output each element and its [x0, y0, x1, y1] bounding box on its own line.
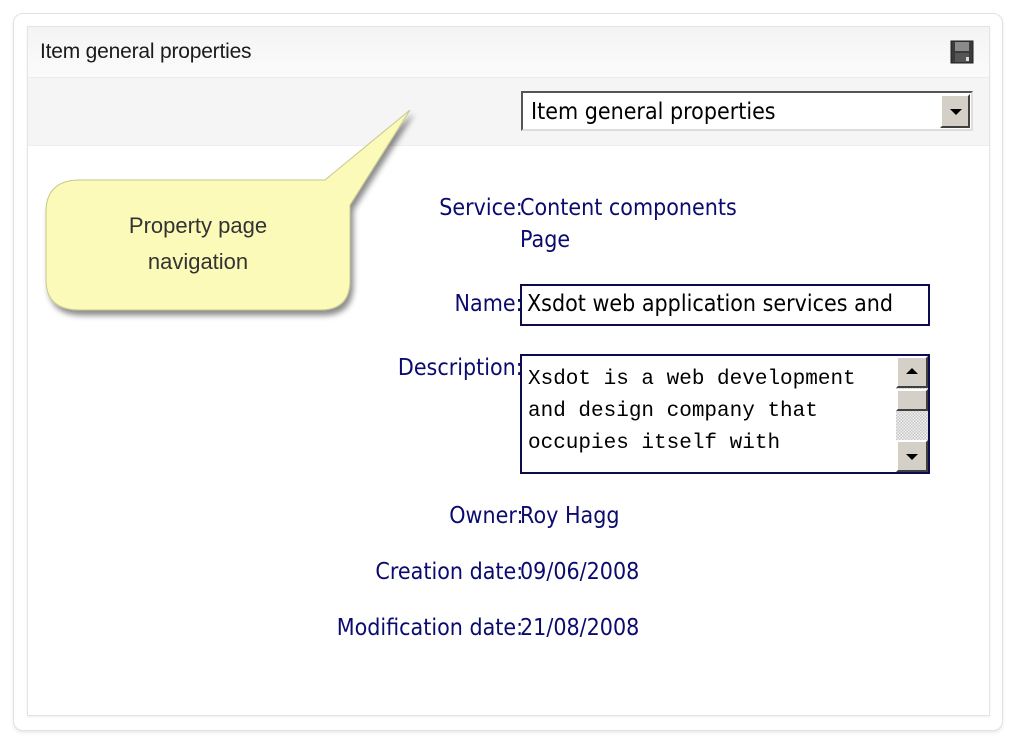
name-input[interactable]: Xsdot web application services and — [520, 284, 930, 326]
service-value-line1: Content components — [520, 195, 737, 221]
chevron-down-icon[interactable] — [940, 94, 970, 128]
scroll-down-icon[interactable] — [896, 440, 928, 472]
scrollbar-thumb[interactable] — [896, 389, 928, 411]
scroll-up-icon[interactable] — [896, 356, 928, 388]
page-navigation-bar: Item general properties — [28, 78, 989, 146]
callout-line1: Property page — [128, 213, 268, 238]
creation-date-value: 09/06/2008 — [520, 559, 640, 585]
owner-label: Owner: — [448, 503, 523, 529]
owner-value: Roy Hagg — [520, 503, 620, 529]
description-label: Description: — [398, 355, 523, 381]
property-page-select[interactable]: Item general properties — [521, 91, 973, 131]
modification-date-value: 21/08/2008 — [520, 615, 640, 641]
service-value-line2: Page — [520, 227, 571, 253]
service-label: Service: — [439, 195, 523, 221]
callout-line2: navigation — [147, 249, 249, 274]
callout-text: Property page navigation — [46, 208, 350, 280]
save-button[interactable] — [950, 40, 974, 64]
description-text: Xsdot is a web development and design co… — [528, 368, 869, 455]
floppy-disk-icon — [950, 40, 974, 64]
panel-header: Item general properties — [28, 27, 989, 78]
name-label: Name: — [454, 291, 523, 317]
name-input-value: Xsdot web application services and — [527, 291, 894, 317]
description-textarea[interactable]: Xsdot is a web development and design co… — [520, 354, 930, 474]
modification-date-label: Modification date: — [336, 615, 523, 641]
creation-date-label: Creation date: — [375, 559, 523, 585]
description-scrollbar[interactable] — [896, 356, 928, 472]
panel-title: Item general properties — [40, 40, 252, 63]
property-page-select-value: Item general properties — [531, 99, 776, 125]
